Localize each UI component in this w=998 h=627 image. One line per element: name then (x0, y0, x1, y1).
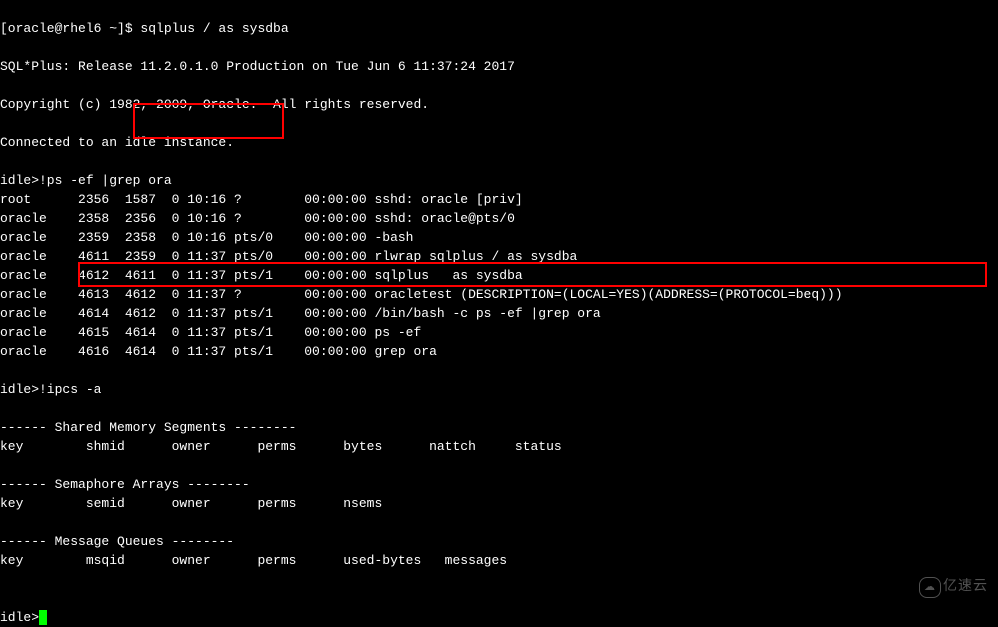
ps-row: oracle 4614 4612 0 11:37 pts/1 00:00:00 … (0, 306, 601, 321)
ps-command: idle>!ps -ef |grep ora (0, 173, 172, 188)
ps-row: oracle 2359 2358 0 10:16 pts/0 00:00:00 … (0, 230, 413, 245)
shm-columns: key shmid owner perms bytes nattch statu… (0, 439, 562, 454)
msg-header: ------ Message Queues -------- (0, 534, 234, 549)
connected-line: Connected to an idle instance. (0, 135, 234, 150)
ps-row: oracle 4616 4614 0 11:37 pts/1 00:00:00 … (0, 344, 437, 359)
shm-header: ------ Shared Memory Segments -------- (0, 420, 296, 435)
ps-row: oracle 2358 2356 0 10:16 ? 00:00:00 sshd… (0, 211, 515, 226)
cursor-icon (39, 610, 47, 625)
watermark: ☁亿速云 (919, 576, 988, 598)
ps-row-highlighted: oracle 4613 4612 0 11:37 ? 00:00:00 orac… (0, 287, 843, 302)
terminal-output[interactable]: [oracle@rhel6 ~]$ sqlplus / as sysdba SQ… (0, 0, 998, 627)
idle-prompt[interactable]: idle> (0, 610, 39, 625)
ps-row: oracle 4611 2359 0 11:37 pts/0 00:00:00 … (0, 249, 577, 264)
ps-row: root 2356 1587 0 10:16 ? 00:00:00 sshd: … (0, 192, 523, 207)
copyright-line: Copyright (c) 1982, 2009, Oracle. All ri… (0, 97, 429, 112)
shell-prompt-line: [oracle@rhel6 ~]$ sqlplus / as sysdba (0, 21, 289, 36)
watermark-text: 亿速云 (943, 577, 988, 593)
ipcs-command: idle>!ipcs -a (0, 382, 101, 397)
sem-header: ------ Semaphore Arrays -------- (0, 477, 250, 492)
watermark-icon: ☁ (919, 577, 941, 598)
msg-columns: key msqid owner perms used-bytes message… (0, 553, 507, 568)
sem-columns: key semid owner perms nsems (0, 496, 382, 511)
ps-row: oracle 4615 4614 0 11:37 pts/1 00:00:00 … (0, 325, 421, 340)
sqlplus-banner: SQL*Plus: Release 11.2.0.1.0 Production … (0, 59, 515, 74)
ps-row: oracle 4612 4611 0 11:37 pts/1 00:00:00 … (0, 268, 523, 283)
